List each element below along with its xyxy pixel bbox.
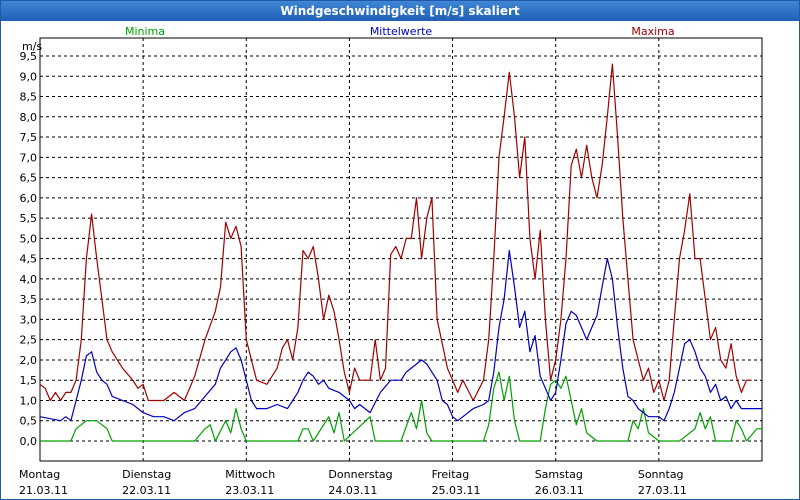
x-tick-day: Freitag (432, 468, 470, 481)
y-axis-unit: m/s (22, 40, 42, 53)
legend-label: Minima (125, 25, 165, 38)
x-tick-day: Mittwoch (225, 468, 275, 481)
y-tick-label: 4,0 (20, 273, 38, 286)
y-tick-label: 2,0 (20, 354, 38, 367)
plot-area (39, 37, 763, 462)
x-tick-date: 23.03.11 (225, 484, 274, 497)
y-tick-label: 3,0 (20, 313, 38, 326)
y-tick-label: 2,5 (20, 334, 38, 347)
y-axis: 0,0 0,5 1,0 1,5 2,0 2,5 3,0 3,5 4,0 4,5 5,0 5,5 6,0 6… (20, 50, 38, 448)
x-tick-day: Samstag (535, 468, 583, 481)
x-tick-date: 26.03.11 (535, 484, 584, 497)
x-tick-date: 24.03.11 (328, 484, 377, 497)
x-tick-date: 22.03.11 (122, 484, 171, 497)
legend: Minima Mittelwerte Maxima (125, 25, 675, 38)
x-tick-date: 27.03.11 (638, 484, 687, 497)
x-tick-day: Dienstag (122, 468, 171, 481)
x-tick-day: Donnerstag (328, 468, 392, 481)
x-tick-date: 25.03.11 (432, 484, 481, 497)
legend-label: Mittelwerte (370, 25, 433, 38)
x-tick-day: Montag (19, 468, 60, 481)
x-tick-day: Sonntag (638, 468, 684, 481)
legend-label: Maxima (631, 25, 674, 38)
y-tick-label: 0,5 (20, 415, 38, 428)
wind-speed-chart: 0,0 0,5 1,0 1,5 2,0 2,5 3,0 3,5 4,0 4,5 5,0 5,5 6,0 6… (19, 25, 763, 497)
y-tick-label: 5,0 (20, 232, 38, 245)
y-tick-label: 5,5 (20, 212, 38, 225)
x-axis: Montag 21.03.11 Dienstag 22.03.11 Mittwoch 23… (19, 468, 687, 497)
y-tick-label: 9,0 (20, 70, 38, 83)
y-tick-label: 8,5 (20, 91, 38, 104)
y-tick-label: 1,5 (20, 374, 38, 387)
y-tick-label: 7,5 (20, 131, 38, 144)
y-tick-label: 8,0 (20, 111, 38, 124)
y-tick-label: 0,0 (20, 435, 38, 448)
y-tick-label: 3,5 (20, 293, 38, 306)
y-tick-label: 7,0 (20, 151, 38, 164)
y-tick-label: 1,0 (20, 394, 38, 407)
y-tick-label: 6,0 (20, 192, 38, 205)
y-tick-label: 6,5 (20, 172, 38, 185)
x-tick-date: 21.03.11 (19, 484, 68, 497)
y-tick-label: 4,5 (20, 253, 38, 266)
